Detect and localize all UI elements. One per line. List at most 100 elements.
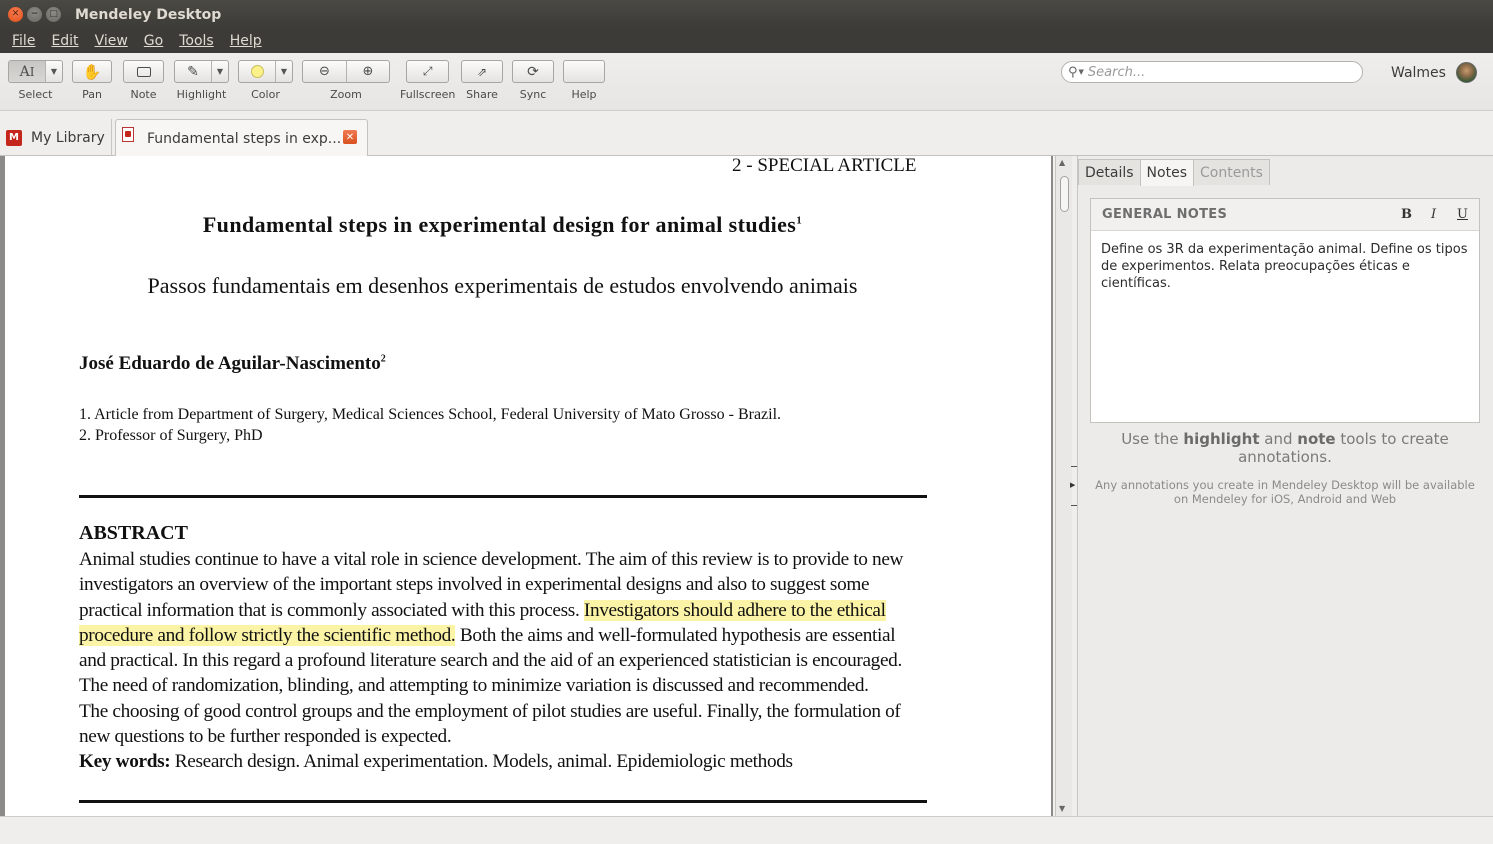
highlight-annotation[interactable]: procedure and follow strictly the scient…: [79, 624, 456, 646]
chevron-down-icon: ▼: [50, 67, 58, 76]
expand-icon: ⤢: [422, 64, 433, 78]
sync-tool-group: ⟳ Sync: [512, 60, 554, 101]
share-tool-group: ⇗ Share: [461, 60, 503, 101]
details-panel: Details Notes Contents GENERAL NOTES B I…: [1078, 156, 1493, 816]
tab-notes[interactable]: Notes: [1139, 159, 1194, 186]
help-label: Help: [571, 88, 597, 101]
note-tool-button[interactable]: [124, 61, 163, 82]
zoom-out-icon: ⊖: [319, 64, 330, 79]
hand-icon: ✋: [82, 62, 102, 81]
window-title: Mendeley Desktop: [75, 6, 222, 23]
tab-my-library[interactable]: M My Library: [0, 119, 112, 156]
user-name[interactable]: Walmes: [1391, 65, 1446, 81]
italic-button[interactable]: I: [1431, 207, 1436, 222]
zoom-in-button[interactable]: ⊕: [346, 61, 389, 82]
annotation-sync-hint: Any annotations you create in Mendeley D…: [1095, 478, 1475, 506]
collapse-arrow-icon[interactable]: ▶: [1070, 481, 1075, 489]
divider: [79, 495, 927, 498]
highlight-tool-group: ✎ ▼ Highlight: [174, 60, 229, 101]
tab-document-label: Fundamental steps in exp...: [147, 130, 342, 147]
article-subtitle: Passos fundamentais em desenhos experime…: [147, 273, 858, 298]
sync-label: Sync: [519, 88, 547, 101]
menu-tools[interactable]: Tools: [171, 33, 222, 49]
select-tool-group: AI ▼ Select: [8, 60, 63, 101]
scroll-up-icon[interactable]: ▲: [1059, 158, 1065, 167]
avatar[interactable]: [1456, 62, 1477, 83]
title-bar: ✕ − □ Mendeley Desktop: [0, 0, 1493, 29]
highlight-annotation[interactable]: Investigators should adhere to the ethic…: [583, 599, 886, 621]
text-cursor-icon: AI: [19, 63, 35, 80]
yellow-swatch-icon: [250, 65, 264, 78]
document-tabs: M My Library Fundamental steps in exp...…: [0, 111, 1493, 157]
bold-button[interactable]: B: [1401, 207, 1412, 222]
search-box[interactable]: ⚲ ▼: [1061, 61, 1363, 83]
color-tool-group: ▼ Color: [238, 60, 293, 101]
close-tab-icon[interactable]: ✕: [343, 130, 357, 144]
tab-contents[interactable]: Contents: [1192, 159, 1270, 185]
chevron-down-icon[interactable]: ▼: [1079, 68, 1084, 76]
keywords: Research design. Animal experimentation.…: [170, 751, 793, 773]
menu-edit[interactable]: Edit: [43, 33, 86, 49]
search-input[interactable]: [1087, 64, 1348, 80]
tab-details[interactable]: Details: [1078, 159, 1141, 185]
keywords-label: Key words:: [79, 751, 171, 773]
highlight-tool-button[interactable]: ✎: [175, 61, 211, 82]
help-button[interactable]: [564, 61, 604, 82]
share-icon: ⇗: [476, 64, 488, 79]
divider: [79, 800, 927, 803]
help-tool-group: Help: [563, 60, 605, 101]
share-button[interactable]: ⇗: [462, 61, 502, 82]
highlight-label: Highlight: [176, 88, 227, 101]
affiliation-2: 2. Professor of Surgery, PhD: [79, 427, 263, 444]
panel-tabs: Details Notes Contents: [1078, 159, 1270, 186]
article-author: José Eduardo de Aguilar-Nascimento2: [79, 353, 386, 374]
fullscreen-button[interactable]: ⤢: [407, 61, 448, 82]
pdf-page[interactable]: 2 - SPECIAL ARTICLE Fundamental steps in…: [5, 156, 1051, 816]
pan-tool-group: ✋ Pan: [72, 60, 112, 101]
select-mode-dropdown[interactable]: ▼: [45, 61, 62, 82]
general-notes-label: GENERAL NOTES: [1102, 207, 1228, 222]
menu-help[interactable]: Help: [222, 33, 270, 49]
zoom-out-button[interactable]: ⊖: [303, 61, 346, 82]
menu-bar: File Edit View Go Tools Help: [0, 29, 1493, 53]
speech-bubble-icon: [136, 66, 151, 77]
tab-my-library-label: My Library: [31, 129, 105, 146]
abstract-text: Animal studies continue to have a vital …: [79, 549, 904, 773]
chevron-down-icon: ▼: [216, 67, 224, 76]
notes-header: GENERAL NOTES B I U: [1091, 199, 1479, 231]
general-notes-editor[interactable]: GENERAL NOTES B I U Define os 3R da expe…: [1090, 198, 1480, 423]
scroll-down-icon[interactable]: ▼: [1059, 804, 1065, 813]
select-tool-button[interactable]: AI: [9, 61, 45, 82]
menu-file[interactable]: File: [4, 33, 43, 49]
sync-button[interactable]: ⟳: [513, 61, 553, 82]
window-close-button[interactable]: ✕: [8, 7, 23, 22]
zoom-label: Zoom: [330, 88, 362, 101]
sync-icon: ⟳: [527, 63, 539, 80]
underline-button[interactable]: U: [1457, 207, 1468, 222]
abstract-heading: ABSTRACT: [79, 522, 188, 544]
pdf-viewer[interactable]: 2 - SPECIAL ARTICLE Fundamental steps in…: [0, 156, 1053, 816]
window-minimize-button[interactable]: −: [27, 7, 42, 22]
highlight-mode-dropdown[interactable]: ▼: [211, 61, 228, 82]
scrollbar-thumb[interactable]: [1060, 176, 1069, 212]
pen-icon: ✎: [187, 63, 199, 80]
note-tool-group: Note: [123, 60, 164, 101]
notes-text[interactable]: Define os 3R da experimentação animal. D…: [1091, 231, 1479, 302]
fullscreen-tool-group: ⤢ Fullscreen: [400, 60, 455, 101]
menu-view[interactable]: View: [87, 33, 136, 49]
color-swatch-button[interactable]: [239, 61, 275, 82]
status-bar: [0, 816, 1493, 844]
window-maximize-button[interactable]: □: [46, 7, 61, 22]
annotation-hint: Use the highlight and note tools to crea…: [1121, 430, 1449, 466]
zoom-tool-group: ⊖ ⊕ Zoom: [302, 60, 390, 101]
color-dropdown[interactable]: ▼: [275, 61, 292, 82]
share-label: Share: [466, 88, 498, 101]
article-title: Fundamental steps in experimental design…: [202, 212, 803, 237]
tab-document[interactable]: Fundamental steps in exp... ✕: [115, 119, 368, 157]
mendeley-logo-icon: M: [6, 129, 22, 146]
pan-label: Pan: [82, 88, 102, 101]
affiliation-1: 1. Article from Department of Surgery, M…: [79, 406, 782, 423]
menu-go[interactable]: Go: [136, 33, 171, 49]
color-label: Color: [251, 88, 280, 101]
pan-tool-button[interactable]: ✋: [73, 61, 111, 82]
